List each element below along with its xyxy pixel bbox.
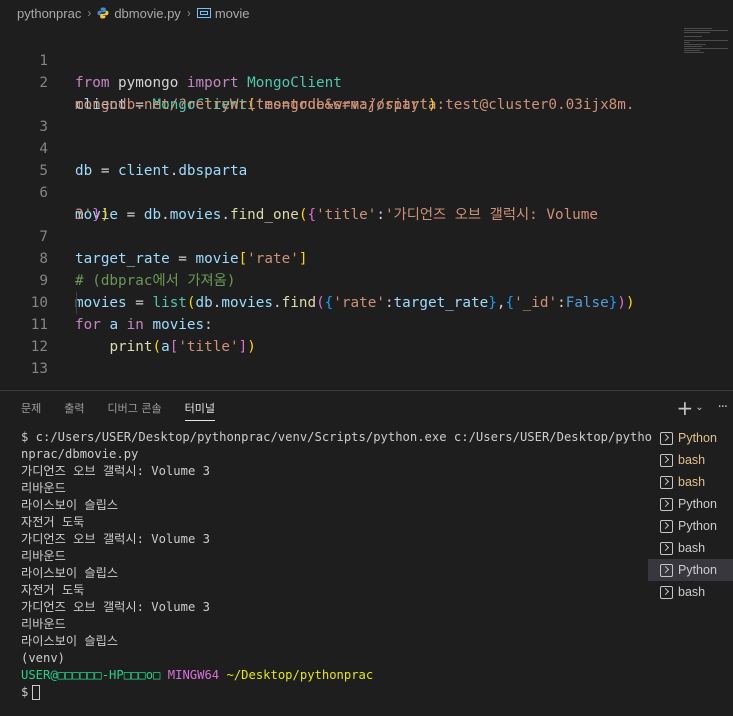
prompt-user: USER@□□□□□□-HP□□□o□: [21, 668, 161, 682]
terminal-line: 리바운드: [21, 549, 66, 563]
prompt-path: ~/Desktop/pythonprac: [226, 668, 374, 682]
tab-terminal[interactable]: 터미널: [184, 391, 216, 427]
terminal-line: 가디언즈 오브 갤럭시: Volume 3: [21, 532, 210, 546]
code-line-wrap[interactable]: 3'}): [0, 182, 733, 223]
terminal-line: 가디언즈 오브 갤럭시: Volume 3: [21, 464, 210, 478]
terminal-line: 라이스보이 슬립스: [21, 498, 119, 512]
terminal-list: Python bash bash Python Python bash Pyth…: [648, 427, 733, 603]
tab-problems[interactable]: 문제: [21, 391, 41, 427]
chevron-down-icon[interactable]: ⌄: [695, 399, 703, 417]
code-line[interactable]: 10 for a in movies:: [0, 270, 733, 333]
terminal-icon: [660, 541, 673, 555]
code-line[interactable]: 1 from pymongo import MongoClient: [0, 28, 733, 91]
terminal-list-item[interactable]: Python: [648, 515, 733, 537]
terminal-list-item[interactable]: Python: [648, 427, 733, 449]
terminal-icon: [660, 475, 673, 489]
code-line[interactable]: 13: [0, 336, 733, 377]
terminal-input-line[interactable]: $: [21, 684, 636, 701]
terminal-line: 자전거 도둑: [21, 583, 85, 597]
terminal-command: $ c:/Users/USER/Desktop/pythonprac/venv/…: [21, 430, 653, 444]
prompt-shell: MINGW64: [167, 668, 220, 682]
minimap[interactable]: [684, 28, 729, 68]
terminal-list-item[interactable]: Python: [648, 493, 733, 515]
terminal-cursor: [32, 685, 41, 700]
code-line[interactable]: 6 movie = db.movies.find_one({'title':'가…: [0, 160, 733, 223]
terminal-icon: [660, 453, 673, 467]
code-line[interactable]: 5: [0, 138, 733, 179]
terminal-icon: [660, 519, 673, 533]
variable-symbol-icon: [196, 7, 211, 19]
tab-debug-console[interactable]: 디버그 콘솔: [108, 391, 162, 427]
code-line[interactable]: 4 db = client.dbsparta: [0, 116, 733, 179]
panel-tab-bar: 문제 출력 디버그 콘솔 터미널: [0, 391, 733, 427]
terminal-icon: [660, 563, 673, 577]
code-line[interactable]: 11 print(a['title']): [0, 292, 733, 355]
terminal-line: 리바운드: [21, 481, 66, 495]
chevron-right-icon: ›: [87, 6, 92, 20]
bottom-panel: 문제 출력 디버그 콘솔 터미널 + ⌄ ··· $ c:/Users/USER…: [0, 390, 733, 716]
terminal-list-item[interactable]: bash: [648, 449, 733, 471]
terminal-line: 자전거 도둑: [21, 515, 85, 529]
code-line-wrap[interactable]: mongodb.net/?retryWrites=true&w=majority…: [0, 72, 733, 113]
terminal-list-item[interactable]: bash: [648, 537, 733, 559]
code-line[interactable]: 7 target_rate = movie['rate']: [0, 204, 733, 267]
terminal-icon: [660, 585, 673, 599]
breadcrumb: pythonprac › dbmovie.py › movie: [0, 0, 733, 26]
terminal-command: nprac/dbmovie.py: [21, 447, 139, 461]
terminal-icon: [660, 431, 673, 445]
panel-actions: + ⌄ ···: [676, 398, 728, 418]
terminal-output[interactable]: $ c:/Users/USER/Desktop/pythonprac/venv/…: [21, 429, 653, 701]
breadcrumb-symbol[interactable]: movie: [215, 6, 250, 21]
code-line[interactable]: 8 # (dbprac에서 가져옴): [0, 226, 733, 289]
prompt-symbol: $: [21, 685, 29, 699]
code-line[interactable]: 3: [0, 94, 733, 135]
new-terminal-icon[interactable]: +: [676, 398, 693, 418]
python-file-icon: [97, 7, 109, 19]
terminal-prompt: USER@□□□□□□-HP□□□o□ MINGW64 ~/Desktop/py…: [21, 667, 636, 684]
line-number: 13: [30, 361, 48, 377]
indent-guide: [76, 292, 77, 314]
terminal-list-item-selected[interactable]: Python: [648, 559, 733, 581]
terminal-line: 라이스보이 슬립스: [21, 634, 119, 648]
terminal-list-item[interactable]: bash: [648, 581, 733, 603]
code-line[interactable]: 2 client = MongoClient('mongodb+srv://sp…: [0, 50, 733, 113]
terminal-icon: [660, 497, 673, 511]
code-line[interactable]: 9 movies = list(db.movies.find({'rate':t…: [0, 248, 733, 311]
code-line[interactable]: 12: [0, 314, 733, 355]
chevron-right-icon: ›: [186, 6, 191, 20]
breadcrumb-folder[interactable]: pythonprac: [17, 6, 81, 21]
breadcrumb-file[interactable]: dbmovie.py: [114, 6, 180, 21]
tab-output[interactable]: 출력: [64, 391, 84, 427]
terminal-line: 라이스보이 슬립스: [21, 566, 119, 580]
terminal-line: 가디언즈 오브 갤럭시: Volume 3: [21, 600, 210, 614]
code-editor[interactable]: 1 from pymongo import MongoClient 2 clie…: [0, 28, 733, 388]
more-actions-icon[interactable]: ···: [718, 399, 728, 417]
terminal-line: 리바운드: [21, 617, 66, 631]
terminal-list-item[interactable]: bash: [648, 471, 733, 493]
terminal-venv: (venv): [21, 651, 66, 665]
